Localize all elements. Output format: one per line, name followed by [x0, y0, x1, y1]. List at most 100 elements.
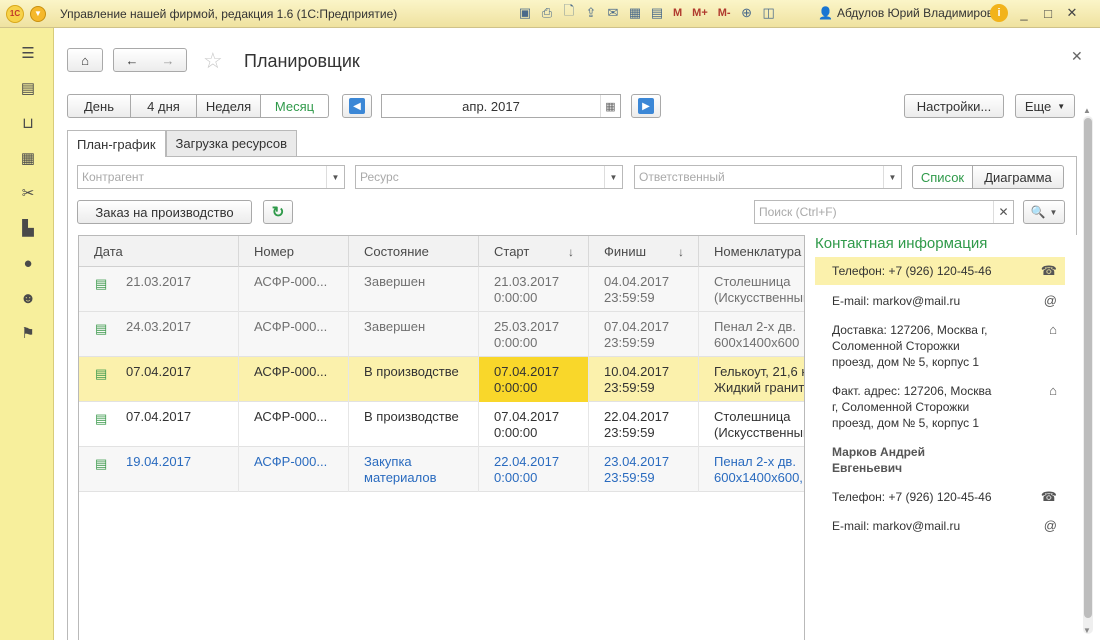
- scroll-thumb[interactable]: [1084, 118, 1092, 618]
- tab-plan-schedule[interactable]: План-график: [67, 130, 166, 157]
- app-title: Управление нашей фирмой, редакция 1.6 (1…: [60, 6, 398, 21]
- column-number[interactable]: Номер: [239, 236, 349, 267]
- mail-icon[interactable]: ✉: [604, 4, 622, 22]
- counterparty-filter[interactable]: Контрагент ▼: [77, 165, 345, 189]
- column-item[interactable]: Номенклатура: [699, 236, 804, 267]
- table-row[interactable]: ▤ 24.03.2017 АСФР-000... Завершен 25.03.…: [79, 312, 804, 357]
- prev-period-button[interactable]: ◀: [342, 94, 372, 118]
- period-field[interactable]: апр. 2017 ▦: [381, 94, 621, 118]
- menu-icon[interactable]: ☰: [19, 44, 37, 62]
- zoom-icon[interactable]: ⊕: [738, 4, 756, 22]
- favorite-star-icon[interactable]: ☆: [203, 48, 223, 74]
- warehouse-icon[interactable]: ▦: [19, 149, 37, 167]
- cell-start: 21.03.2017 0:00:00: [479, 267, 589, 312]
- title-toolbar: ▣ ⎙ 🗋 ⇪ ✉ ▦ ▤ M M+ M- ⊕ ◫: [516, 3, 778, 22]
- minimize-button[interactable]: _: [1016, 4, 1032, 22]
- next-period-button[interactable]: ▶: [631, 94, 661, 118]
- phone-icon: ☎: [1040, 263, 1057, 278]
- contact-email-2[interactable]: E-mail: markov@mail.ru @: [815, 518, 1065, 534]
- upload-icon[interactable]: ⇪: [582, 4, 600, 22]
- contact-title: Контактная информация: [815, 235, 988, 252]
- period-value: апр. 2017: [462, 98, 520, 114]
- vertical-scrollbar[interactable]: ▲ ▼: [1083, 106, 1093, 635]
- memory-plus-button[interactable]: M+: [689, 4, 711, 22]
- finance-icon[interactable]: ●: [19, 254, 37, 272]
- refresh-button[interactable]: ↻: [263, 200, 293, 224]
- cell-status: Закупка материалов: [349, 447, 479, 492]
- tools-icon[interactable]: ✂: [19, 184, 37, 202]
- contact-email[interactable]: E-mail: markov@mail.ru @: [815, 293, 1065, 309]
- period-day-button[interactable]: День: [67, 94, 131, 118]
- table-row[interactable]: ▤ 07.04.2017 АСФР-000... В производстве …: [79, 357, 804, 402]
- cell-status: Завершен: [349, 312, 479, 357]
- search-placeholder: Поиск (Ctrl+F): [759, 205, 837, 219]
- chevron-down-icon[interactable]: ▼: [604, 166, 622, 188]
- chevron-down-icon[interactable]: ▼: [883, 166, 901, 188]
- flag-icon[interactable]: ⚑: [19, 324, 37, 342]
- period-4days-button[interactable]: 4 дня: [131, 94, 197, 118]
- scroll-up-icon[interactable]: ▲: [1083, 106, 1091, 115]
- cell-date: 07.04.2017: [111, 357, 239, 402]
- document-icon: ▤: [95, 411, 108, 426]
- contact-fact-address[interactable]: Факт. адрес: 127206, Москва г, Соломенной…: [815, 383, 1065, 431]
- column-finish[interactable]: Финиш ↓: [589, 236, 699, 267]
- save-icon[interactable]: ▣: [516, 4, 534, 22]
- calculator-icon[interactable]: ▦: [626, 4, 644, 22]
- user-area[interactable]: 👤 Абдулов Юрий Владимирович: [818, 6, 1006, 20]
- contact-phone-2[interactable]: Телефон: +7 (926) 120-45-46 ☎: [815, 489, 1065, 505]
- memory-m-button[interactable]: M: [670, 4, 685, 22]
- table-row[interactable]: ▤ 07.04.2017 АСФР-000... В производстве …: [79, 402, 804, 447]
- search-input[interactable]: Поиск (Ctrl+F) ✕: [754, 200, 1014, 224]
- preview-icon[interactable]: 🗋: [560, 3, 578, 22]
- forward-arrow-icon[interactable]: →: [162, 53, 175, 68]
- close-form-icon[interactable]: ✕: [1071, 48, 1083, 65]
- basket-icon[interactable]: ⊔: [19, 114, 37, 132]
- calendar-icon[interactable]: ▦: [600, 95, 620, 117]
- app-logo-icon[interactable]: 1С: [6, 4, 24, 23]
- clear-icon[interactable]: ✕: [993, 201, 1013, 223]
- close-app-button[interactable]: ✕: [1064, 4, 1080, 22]
- main-menu-icon[interactable]: ▼: [30, 5, 46, 22]
- create-order-button[interactable]: Заказ на производство: [77, 200, 252, 224]
- chevron-down-icon[interactable]: ▼: [326, 166, 344, 188]
- table-row[interactable]: ▤ 21.03.2017 АСФР-000... Завершен 21.03.…: [79, 267, 804, 312]
- resource-placeholder: Ресурс: [360, 170, 399, 184]
- people-icon[interactable]: ☻: [19, 289, 37, 307]
- responsible-placeholder: Ответственный: [639, 170, 725, 184]
- period-month-button[interactable]: Месяц: [261, 94, 329, 118]
- column-date[interactable]: Дата: [79, 236, 239, 267]
- column-start[interactable]: Старт ↓: [479, 236, 589, 267]
- tab-bar: План-график Загрузка ресурсов: [67, 130, 298, 157]
- cell-finish: 22.04.2017 23:59:59: [589, 402, 699, 447]
- cell-start: 25.03.2017 0:00:00: [479, 312, 589, 357]
- cell-start: 22.04.2017 0:00:00: [479, 447, 589, 492]
- resource-filter[interactable]: Ресурс ▼: [355, 165, 623, 189]
- tab-resource-load[interactable]: Загрузка ресурсов: [165, 130, 298, 156]
- cell-finish: 10.04.2017 23:59:59: [589, 357, 699, 402]
- table-row[interactable]: ▤ 19.04.2017 АСФР-000... Закупка материал…: [79, 447, 804, 492]
- print-icon[interactable]: ⎙: [538, 4, 556, 22]
- maximize-button[interactable]: □: [1040, 4, 1056, 22]
- back-arrow-icon[interactable]: ←: [126, 53, 139, 68]
- info-icon[interactable]: i: [990, 4, 1008, 22]
- contact-phone[interactable]: Телефон: +7 (926) 120-45-46 ☎: [815, 257, 1065, 285]
- desktop-icon[interactable]: ▤: [19, 79, 37, 97]
- calendar-icon[interactable]: ▤: [648, 4, 666, 22]
- more-button[interactable]: Еще ▼: [1015, 94, 1075, 118]
- home-button[interactable]: ⌂: [67, 48, 103, 72]
- main-area: ⌂ ← → ☆ Планировщик ✕ День 4 дня Неделя …: [55, 28, 1100, 640]
- scroll-down-icon[interactable]: ▼: [1083, 626, 1091, 635]
- responsible-filter[interactable]: Ответственный ▼: [634, 165, 902, 189]
- diagram-view-button[interactable]: Диаграмма: [973, 165, 1064, 189]
- production-icon[interactable]: ▙: [19, 219, 37, 237]
- search-button[interactable]: 🔍 ▼: [1023, 200, 1065, 224]
- column-status[interactable]: Состояние: [349, 236, 479, 267]
- cell-number: АСФР-000...: [239, 357, 349, 402]
- window-icon[interactable]: ◫: [760, 4, 778, 22]
- list-view-button[interactable]: Список: [912, 165, 973, 189]
- contact-delivery-address[interactable]: Доставка: 127206, Москва г, Соломенной Ст…: [815, 322, 1065, 370]
- settings-button[interactable]: Настройки...: [904, 94, 1004, 118]
- contact-person-name: Марков Андрей Евгеньевич: [832, 445, 925, 475]
- memory-minus-button[interactable]: M-: [715, 4, 734, 22]
- period-week-button[interactable]: Неделя: [197, 94, 261, 118]
